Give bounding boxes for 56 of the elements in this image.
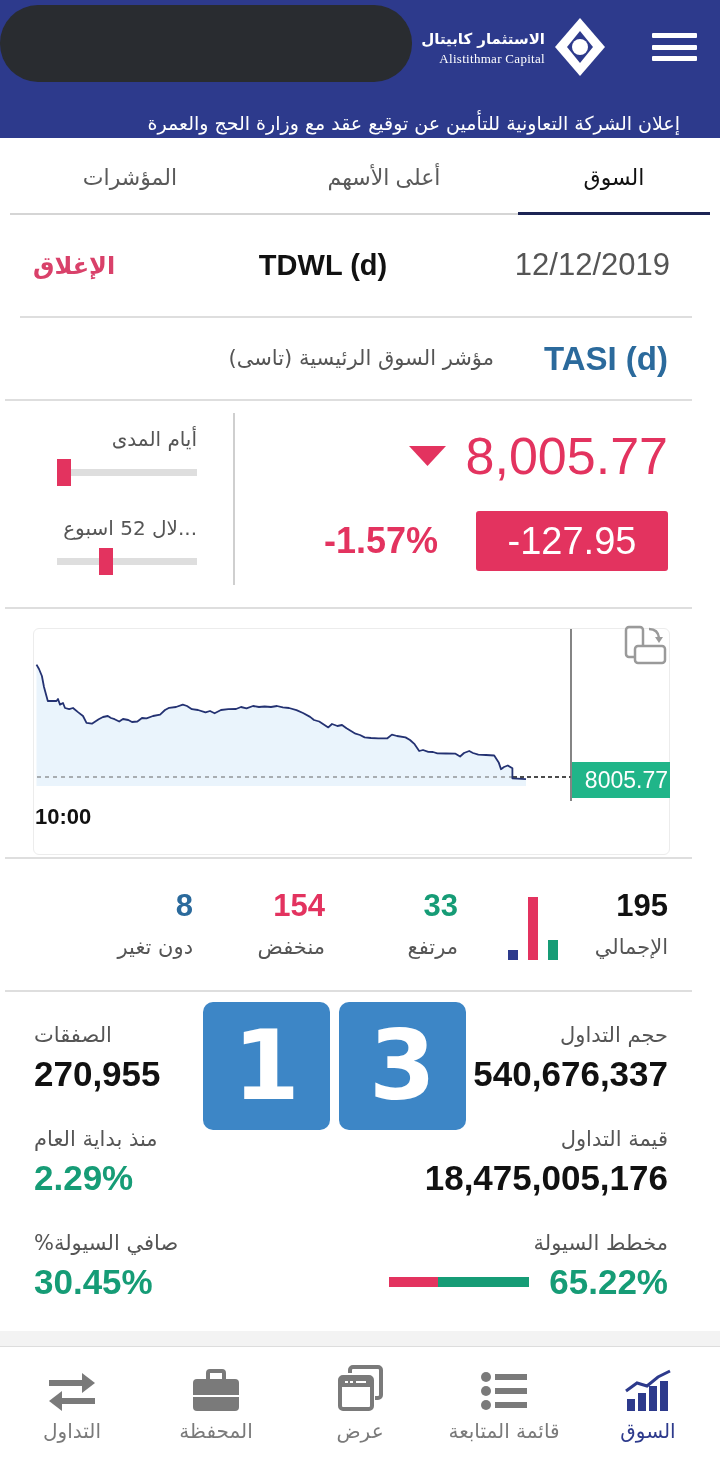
declined-bar bbox=[528, 897, 538, 960]
metric-label: الصفقات bbox=[34, 1022, 112, 1049]
stat-label: الإجمالي bbox=[594, 934, 668, 961]
stat-label: منخفض bbox=[257, 934, 325, 961]
metric-label: قيمة التداول bbox=[560, 1126, 668, 1153]
metric-label: مخطط السيولة bbox=[533, 1230, 668, 1257]
briefcase-icon bbox=[193, 1369, 239, 1411]
menu-icon[interactable] bbox=[652, 33, 697, 61]
nav-item[interactable]: المحفظة bbox=[144, 1347, 288, 1457]
metric-value: 2.29% bbox=[34, 1158, 134, 1198]
market-chart-icon bbox=[625, 1369, 671, 1411]
exchange-name: TDWL (d) bbox=[258, 247, 388, 283]
logo-subtitle: Alistithmar Capital bbox=[439, 51, 545, 67]
number-tile: 3 bbox=[339, 1002, 466, 1130]
metric-value: 540,676,337 bbox=[473, 1054, 668, 1094]
metric-value: 65.22% bbox=[549, 1262, 668, 1302]
metric-value: 18,475,005,176 bbox=[424, 1158, 668, 1198]
metric-value: 270,955 bbox=[34, 1054, 161, 1094]
nav-item[interactable]: السوق bbox=[576, 1347, 720, 1457]
unchanged-bar bbox=[508, 950, 518, 960]
tab[interactable]: المؤشرات bbox=[10, 138, 250, 215]
logo-icon bbox=[555, 18, 605, 76]
rotate-device-icon[interactable] bbox=[624, 625, 667, 665]
stat-label: مرتفع bbox=[407, 934, 458, 961]
stat-label: دون تغير bbox=[117, 934, 193, 961]
advanced-bar bbox=[548, 940, 558, 960]
change-percent: -1.57% bbox=[323, 519, 438, 563]
index-symbol: TASI (d) bbox=[543, 338, 668, 379]
stat-value: 195 bbox=[616, 888, 668, 924]
tab[interactable]: السوق bbox=[518, 138, 710, 215]
list-icon bbox=[481, 1371, 527, 1411]
nav-item[interactable]: قائمة المتابعة bbox=[432, 1347, 576, 1457]
logo-text: الاستثمار كابيتال bbox=[421, 29, 545, 50]
metric-label: منذ بداية العام bbox=[34, 1126, 158, 1153]
metric-label: حجم التداول bbox=[560, 1022, 668, 1049]
range-label: أيام المدى bbox=[111, 425, 197, 453]
metric-label: صافي السيولة% bbox=[34, 1230, 179, 1257]
nav-item[interactable]: عرض bbox=[288, 1347, 432, 1457]
swap-arrows-icon bbox=[49, 1373, 95, 1411]
market-status: الإغلاق bbox=[33, 250, 116, 282]
last-price-label: 8005.77 bbox=[572, 762, 670, 798]
news-ticker[interactable]: إعلان الشركة التعاونية للتأمين عن توقيع عقد مع وزارة الحج والعمرة bbox=[147, 108, 680, 138]
nav-item[interactable]: التداول bbox=[0, 1347, 144, 1457]
market-date: 12/12/2019 bbox=[514, 246, 670, 285]
stat-value: 33 bbox=[423, 888, 458, 924]
stat-value: 8 bbox=[175, 888, 193, 924]
change-value: -127.95 bbox=[476, 511, 668, 571]
metric-value: 30.45% bbox=[34, 1262, 153, 1302]
index-name: مؤشر السوق الرئيسية (تاسى) bbox=[228, 344, 494, 372]
stacked-windows-icon bbox=[337, 1365, 383, 1411]
time-axis-label: 10:00 bbox=[35, 803, 92, 831]
tab[interactable]: أعلى الأسهم bbox=[250, 138, 518, 215]
index-value: 8,005.77 bbox=[465, 426, 668, 487]
stat-value: 154 bbox=[273, 888, 325, 924]
range-label: ...لال 52 اسبوع bbox=[63, 515, 197, 542]
number-tile: 1 bbox=[203, 1002, 330, 1130]
